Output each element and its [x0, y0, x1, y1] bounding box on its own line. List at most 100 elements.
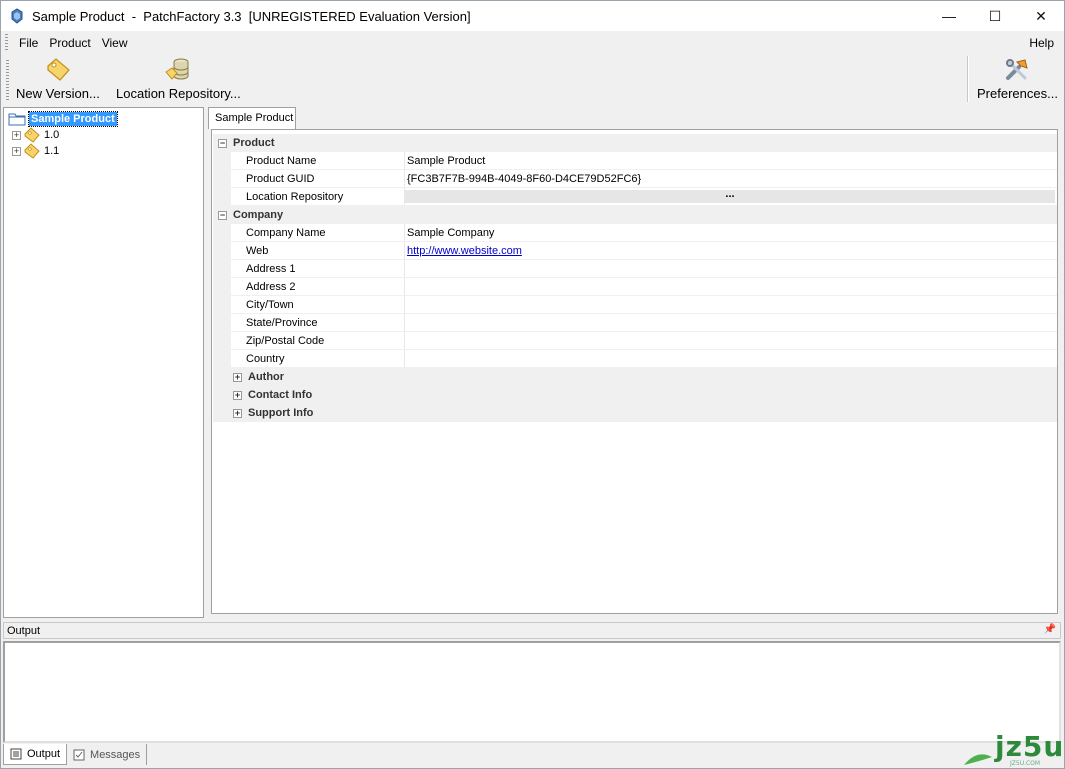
property-row[interactable]: Web http://www.website.com	[213, 242, 1057, 260]
property-row[interactable]: City/Town	[213, 296, 1057, 314]
property-name: Company Name	[231, 224, 405, 241]
property-name: City/Town	[231, 296, 405, 313]
expand-icon[interactable]: +	[233, 408, 242, 418]
preferences-button[interactable]: Preferences...	[977, 56, 1058, 102]
category-company[interactable]: − Company	[213, 206, 1057, 224]
menu-file[interactable]: File	[14, 36, 44, 50]
property-name: Location Repository	[231, 188, 405, 205]
category-label: Support Info	[248, 407, 314, 419]
expand-icon[interactable]: +	[12, 130, 21, 140]
tree-item-version[interactable]: + 1.0	[12, 127, 59, 143]
property-value[interactable]: Sample Company	[405, 224, 1057, 241]
property-value-cell: http://www.website.com	[405, 242, 1057, 259]
property-value-cell: ...	[405, 188, 1057, 205]
property-value[interactable]	[405, 350, 1057, 367]
tree-item-label: 1.0	[44, 129, 60, 141]
watermark-text: jz5u	[995, 730, 1065, 763]
output-panel[interactable]	[3, 641, 1061, 743]
tree-root-label[interactable]: Sample Product	[28, 111, 118, 127]
location-repository-label: Location Repository...	[116, 86, 241, 101]
expand-icon[interactable]: +	[233, 372, 242, 382]
web-link[interactable]: http://www.website.com	[407, 245, 522, 257]
collapse-icon[interactable]: −	[218, 210, 227, 220]
minimize-icon: —	[942, 8, 956, 24]
close-icon: ✕	[1035, 7, 1047, 24]
category-label: Company	[233, 209, 284, 221]
toolbar: New Version... Location Repository... Pr…	[0, 54, 1065, 104]
close-button[interactable]: ✕	[1018, 1, 1064, 31]
category-label: Author	[248, 371, 285, 383]
tab-output[interactable]: Output	[3, 744, 68, 765]
output-panel-header: Output 📌	[3, 622, 1061, 639]
preferences-label: Preferences...	[977, 86, 1058, 101]
property-row[interactable]: Address 2	[213, 278, 1057, 296]
property-row[interactable]: State/Province	[213, 314, 1057, 332]
property-name: State/Province	[231, 314, 405, 331]
menu-view[interactable]: View	[97, 36, 134, 50]
property-row[interactable]: Zip/Postal Code	[213, 332, 1057, 350]
menu-bar: File Product View Help	[0, 31, 1065, 54]
property-name: Web	[231, 242, 405, 259]
property-row[interactable]: Location Repository ...	[213, 188, 1057, 206]
tab-sample-product[interactable]: Sample Product	[208, 107, 296, 129]
property-name: Country	[231, 350, 405, 367]
property-value[interactable]: {FC3B7F7B-994B-4049-8F60-D4CE79D52FC6}	[405, 170, 1057, 187]
messages-icon	[73, 749, 85, 760]
folder-icon	[8, 113, 26, 126]
property-name: Product Name	[231, 152, 405, 169]
ellipsis-button[interactable]: ...	[405, 189, 1055, 203]
expand-icon[interactable]: +	[233, 390, 242, 400]
collapse-icon[interactable]: −	[218, 138, 227, 148]
location-repository-button[interactable]: Location Repository...	[116, 56, 241, 102]
category-label: Contact Info	[248, 389, 313, 401]
toolbar-separator	[967, 56, 969, 102]
title-bar: Sample Product - PatchFactory 3.3 [UNREG…	[0, 0, 1065, 31]
output-icon	[10, 748, 22, 760]
menu-help[interactable]: Help	[1029, 36, 1054, 50]
property-value[interactable]	[405, 314, 1057, 331]
toolbar-grip[interactable]	[6, 60, 9, 100]
property-name: Zip/Postal Code	[231, 332, 405, 349]
tree-item-version[interactable]: + 1.1	[12, 143, 59, 159]
property-name: Address 1	[231, 260, 405, 277]
tab-messages[interactable]: Messages	[67, 744, 148, 765]
category-product[interactable]: − Product	[213, 134, 1057, 152]
property-value[interactable]	[405, 260, 1057, 277]
property-row[interactable]: Product GUID {FC3B7F7B-994B-4049-8F60-D4…	[213, 170, 1057, 188]
property-grid: − Product Product Name Sample Product Pr…	[211, 129, 1058, 614]
property-row[interactable]: Product Name Sample Product	[213, 152, 1057, 170]
bottom-tabs: Output Messages	[3, 744, 148, 766]
property-row[interactable]: Company Name Sample Company	[213, 224, 1057, 242]
tab-output-label: Output	[27, 748, 61, 760]
tag-icon	[24, 127, 40, 143]
category-label: Product	[233, 137, 275, 149]
property-value[interactable]	[405, 296, 1057, 313]
property-value[interactable]	[405, 278, 1057, 295]
pin-icon[interactable]: 📌	[1044, 624, 1056, 635]
category-contact-info[interactable]: + Contact Info	[213, 386, 1057, 404]
tab-messages-label: Messages	[90, 748, 141, 761]
property-row[interactable]: Country	[213, 350, 1057, 368]
property-value[interactable]: Sample Product	[405, 152, 1057, 169]
new-version-label: New Version...	[16, 86, 100, 101]
maximize-button[interactable]: ☐	[972, 1, 1018, 31]
tree-item-label: 1.1	[44, 145, 60, 157]
menu-product[interactable]: Product	[44, 36, 96, 50]
app-icon	[11, 8, 23, 24]
category-author[interactable]: + Author	[213, 368, 1057, 386]
minimize-button[interactable]: —	[926, 1, 972, 31]
menu-grip[interactable]	[5, 34, 8, 51]
category-support-info[interactable]: + Support Info	[213, 404, 1057, 422]
database-icon	[165, 58, 189, 80]
maximize-icon: ☐	[988, 7, 1002, 24]
document-tabs: Sample Product	[208, 107, 1063, 129]
new-version-button[interactable]: New Version...	[16, 56, 100, 102]
property-row[interactable]: Address 1	[213, 260, 1057, 278]
expand-icon[interactable]: +	[12, 146, 21, 156]
tag-icon	[47, 58, 70, 81]
output-title: Output	[7, 625, 41, 637]
product-tree[interactable]: Sample Product + 1.0 + 1.1	[3, 107, 204, 618]
tree-root-item[interactable]: Sample Product	[8, 111, 118, 127]
property-value[interactable]	[405, 332, 1057, 349]
property-name: Product GUID	[231, 170, 405, 187]
